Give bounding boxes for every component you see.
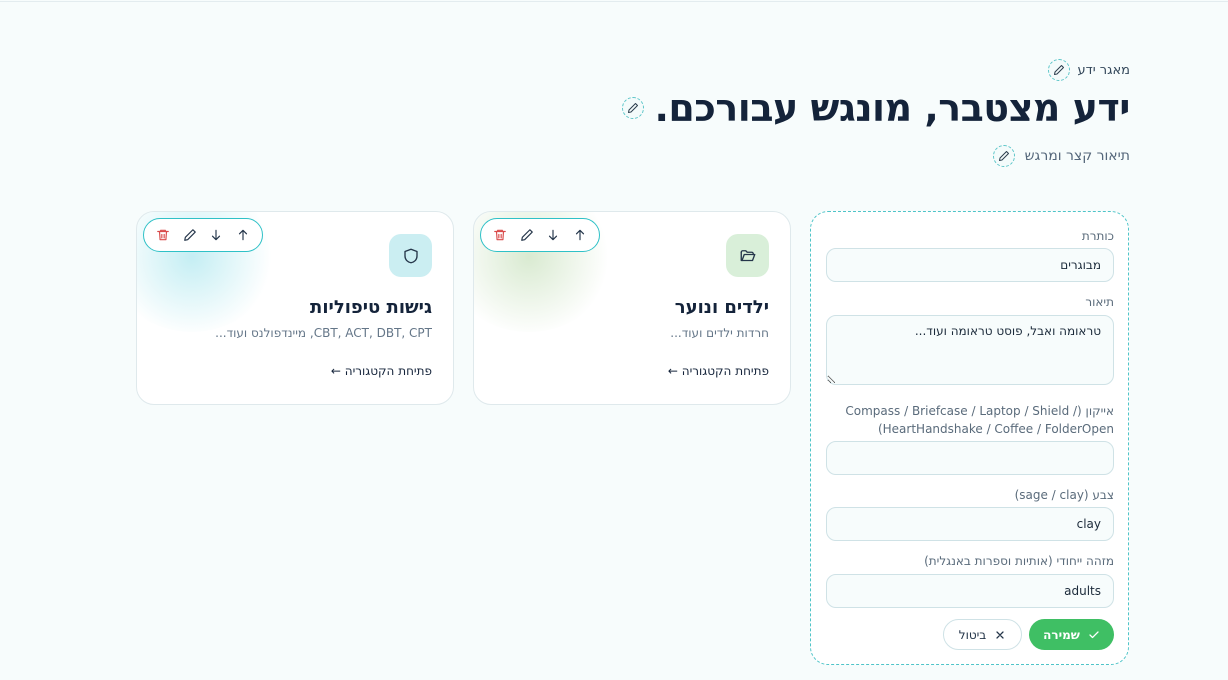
pencil-icon (628, 103, 639, 113)
card-toolbar (480, 218, 600, 252)
move-up-button[interactable] (232, 224, 254, 246)
card-title: גישות טיפוליות (310, 297, 432, 318)
category-card-kids: ילדים ונוער חרדות ילדים ועוד... פתיחת הק… (473, 211, 791, 405)
slug-input[interactable] (826, 574, 1114, 608)
edit-card-button[interactable] (516, 224, 538, 246)
cancel-button[interactable]: ביטול (943, 619, 1022, 650)
arrow-down-icon (549, 229, 558, 241)
icon-input[interactable] (826, 441, 1114, 475)
open-category-link[interactable]: פתיחת הקטגוריה ← (668, 364, 769, 378)
icon-label-line-1: אייקון (/ Compass / Briefcase / Laptop /… (845, 404, 1114, 418)
save-label: שמירה (1043, 627, 1080, 642)
pencil-icon (1053, 65, 1064, 75)
color-input[interactable] (826, 507, 1114, 541)
category-icon-badge (726, 234, 769, 277)
move-down-button[interactable] (205, 224, 227, 246)
slug-label: מזהה ייחודי (אותיות וספרות באנגלית) (924, 554, 1114, 568)
arrow-up-icon (238, 229, 247, 241)
cancel-label: ביטול (958, 627, 987, 642)
card-description: CBT, ACT, DBT, CPT, מיינדפולנס ועוד... (215, 326, 432, 340)
card-title: ילדים ונוער (674, 297, 769, 318)
trash-icon (157, 229, 170, 241)
edit-subtitle-button[interactable] (992, 145, 1015, 167)
page-title: ידע מצטבר, מונגש עבורכם. (654, 86, 1130, 130)
icon-label: אייקון (/ Compass / Briefcase / Laptop /… (845, 402, 1114, 438)
top-divider (0, 0, 1228, 2)
category-edit-form: כותרת תיאור טראומה ואבל, פוסט טראומה ועו… (810, 211, 1129, 665)
delete-card-button[interactable] (489, 224, 511, 246)
edit-eyebrow-button[interactable] (1047, 59, 1070, 81)
save-button[interactable]: שמירה (1029, 619, 1114, 650)
page-subtitle: תיאור קצר ומרגש (1024, 148, 1130, 164)
pencil-icon (183, 229, 196, 241)
icon-label-line-2: HeartHandshake / Coffee / FolderOpen) (877, 422, 1114, 436)
arrow-down-icon (212, 229, 221, 241)
title-input[interactable] (826, 248, 1114, 282)
delete-card-button[interactable] (152, 224, 174, 246)
page-subtitle-row: תיאור קצר ומרגש (992, 145, 1130, 167)
category-card-approaches: גישות טיפוליות CBT, ACT, DBT, CPT, מיינד… (136, 211, 454, 405)
card-toolbar (143, 218, 263, 252)
category-icon-badge (389, 234, 432, 277)
page-heading: ידע מצטבר, מונגש עבורכם. (622, 86, 1130, 130)
close-icon (996, 630, 1004, 639)
move-down-button[interactable] (542, 224, 564, 246)
description-textarea[interactable]: טראומה ואבל, פוסט טראומה ועוד... (826, 315, 1114, 385)
card-description: חרדות ילדים ועוד... (670, 326, 769, 340)
title-label: כותרת (1081, 229, 1114, 243)
arrow-up-icon (575, 229, 584, 241)
move-up-button[interactable] (569, 224, 591, 246)
check-icon (1089, 630, 1099, 638)
pencil-icon (998, 151, 1009, 161)
eyebrow-text: מאגר ידע (1077, 62, 1131, 78)
pencil-icon (520, 229, 533, 241)
edit-title-button[interactable] (622, 97, 645, 119)
description-label: תיאור (1085, 295, 1114, 309)
shield-icon (403, 248, 418, 263)
edit-card-button[interactable] (179, 224, 201, 246)
section-eyebrow: מאגר ידע (1047, 59, 1131, 81)
folder-open-icon (740, 249, 755, 261)
trash-icon (494, 229, 507, 241)
open-category-link[interactable]: פתיחת הקטגוריה ← (331, 364, 432, 378)
color-label: צבע (sage / clay) (1014, 488, 1114, 502)
